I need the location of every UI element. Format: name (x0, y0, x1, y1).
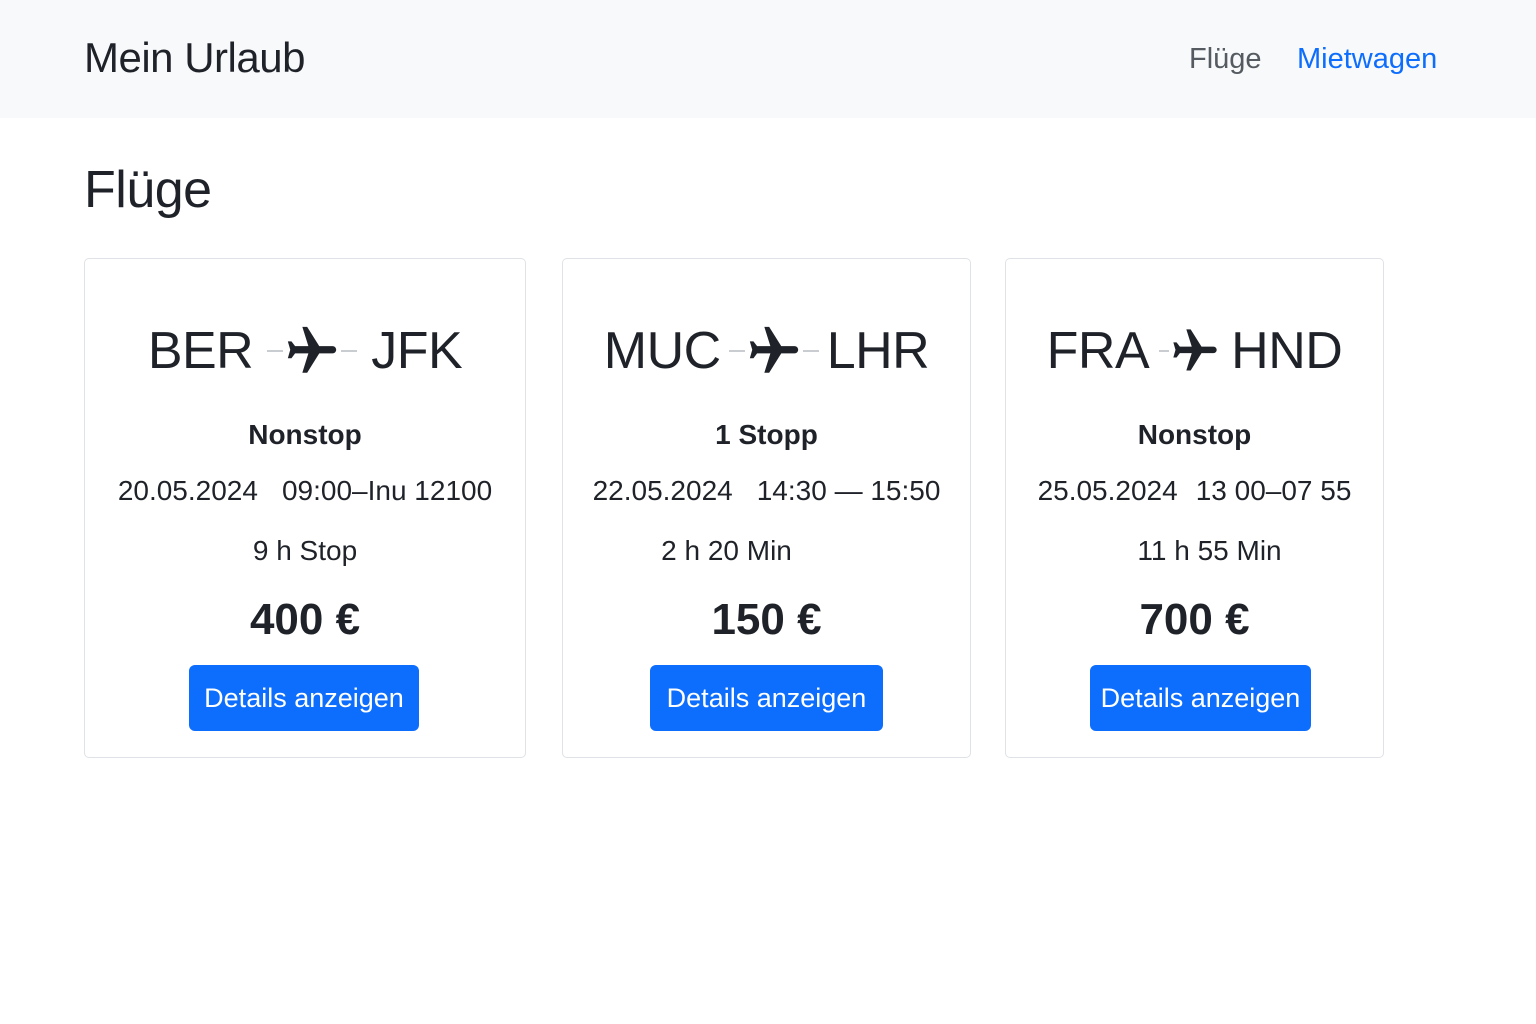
details-button[interactable]: Details anzeigen (189, 665, 419, 731)
stops-label: Nonstop (248, 419, 362, 450)
flight-route: BER JFK (85, 321, 525, 381)
flight-route: FRA HND (1006, 321, 1383, 381)
flight-price: 150 € (711, 595, 822, 644)
flight-duration: 11 h 55 Min (1137, 535, 1282, 566)
flight-time: 09:00–Inu 12100 (281, 475, 493, 506)
flight-time: 13 00–07 55 (1195, 475, 1352, 506)
flight-duration: 9 h Stop (252, 535, 358, 566)
flight-schedule: 20.05.2024 09:00–Inu 12100 (85, 475, 525, 507)
route-dash (728, 350, 745, 352)
airplane-icon (1173, 329, 1217, 371)
airplane-icon (288, 326, 337, 373)
flight-schedule: 25.05.2024 13 00–07 55 (1006, 475, 1383, 507)
flight-duration: 2 h 20 Min (661, 535, 792, 566)
brand-logo[interactable]: Mein Urlaub (84, 34, 305, 82)
destination-code: HND (1231, 322, 1343, 380)
flight-card: MUC LHR 1 Stopp 22.05.2024 14:30 — 15:50 … (562, 258, 971, 758)
airplane-icon (749, 326, 798, 373)
route-connector (1159, 325, 1221, 377)
route-dash (341, 350, 358, 352)
route-connector (267, 322, 358, 380)
flight-route: MUC LHR (563, 321, 970, 381)
stops-label: Nonstop (1137, 419, 1252, 450)
origin-code: BER (147, 322, 254, 380)
flight-date: 25.05.2024 (1037, 475, 1178, 506)
stops-label: 1 Stopp (715, 419, 818, 450)
origin-code: MUC (603, 322, 721, 380)
details-button[interactable]: Details anzeigen (1090, 665, 1311, 731)
flight-time: 14:30 — 15:50 (756, 475, 941, 506)
flight-date: 22.05.2024 (592, 475, 733, 506)
flight-card: BER JFK Nonstop 20.05.2024 09:00–Inu 1210… (84, 258, 526, 758)
route-dash (267, 350, 284, 352)
route-dash (802, 350, 819, 352)
route-dash (1159, 350, 1170, 352)
navbar: Mein Urlaub Flüge Mietwagen (0, 0, 1536, 118)
flight-card: FRA HND Nonstop 25.05.2024 13 00–07 55 11… (1005, 258, 1384, 758)
origin-code: FRA (1046, 322, 1150, 380)
destination-code: JFK (371, 322, 463, 380)
flight-price: 700 € (1139, 595, 1250, 644)
nav-link-fluege[interactable]: Flüge (1189, 43, 1262, 76)
nav-link-mietwagen[interactable]: Mietwagen (1297, 43, 1437, 76)
route-connector (728, 322, 819, 380)
destination-code: LHR (826, 322, 930, 380)
flight-date: 20.05.2024 (117, 475, 258, 506)
page-title: Flüge (84, 161, 212, 219)
flight-schedule: 22.05.2024 14:30 — 15:50 (563, 475, 970, 507)
flight-price: 400 € (249, 595, 361, 644)
details-button[interactable]: Details anzeigen (650, 665, 883, 731)
